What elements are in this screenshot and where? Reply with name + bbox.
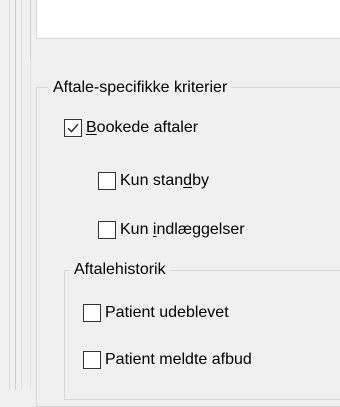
appointment-history-group	[64, 270, 340, 400]
admissions-only-checkbox[interactable]: Kun indlæggelser	[98, 220, 245, 240]
checkbox-unchecked-icon	[98, 172, 116, 190]
standby-only-label: Kun standby	[120, 172, 209, 189]
patient-no-show-label: Patient udeblevet	[105, 304, 229, 321]
patient-cancelled-checkbox[interactable]: Patient meldte afbud	[83, 350, 252, 370]
admissions-only-label: Kun indlæggelser	[120, 221, 245, 238]
checkbox-unchecked-icon	[83, 351, 101, 369]
appointment-criteria-title: Aftale-specifikke kriterier	[49, 79, 232, 97]
checkbox-checked-icon	[64, 119, 82, 137]
frame-edge-5	[30, 60, 31, 390]
booked-appointments-checkbox[interactable]: Bookede aftaler	[64, 118, 198, 138]
frame-edge-2	[15, 0, 16, 390]
booked-appointments-label: Bookede aftaler	[86, 119, 199, 136]
checkbox-unchecked-icon	[83, 304, 101, 322]
checkbox-unchecked-icon	[98, 221, 116, 239]
upper-panel-content	[36, 0, 340, 39]
frame-edge-4	[30, 0, 31, 60]
appointment-history-title: Aftalehistorik	[70, 261, 170, 279]
patient-no-show-checkbox[interactable]: Patient udeblevet	[83, 303, 229, 323]
frame-edge-1	[9, 0, 10, 390]
patient-cancelled-label: Patient meldte afbud	[105, 351, 252, 368]
frame-edge-3	[21, 0, 22, 390]
standby-only-checkbox[interactable]: Kun standby	[98, 171, 209, 191]
